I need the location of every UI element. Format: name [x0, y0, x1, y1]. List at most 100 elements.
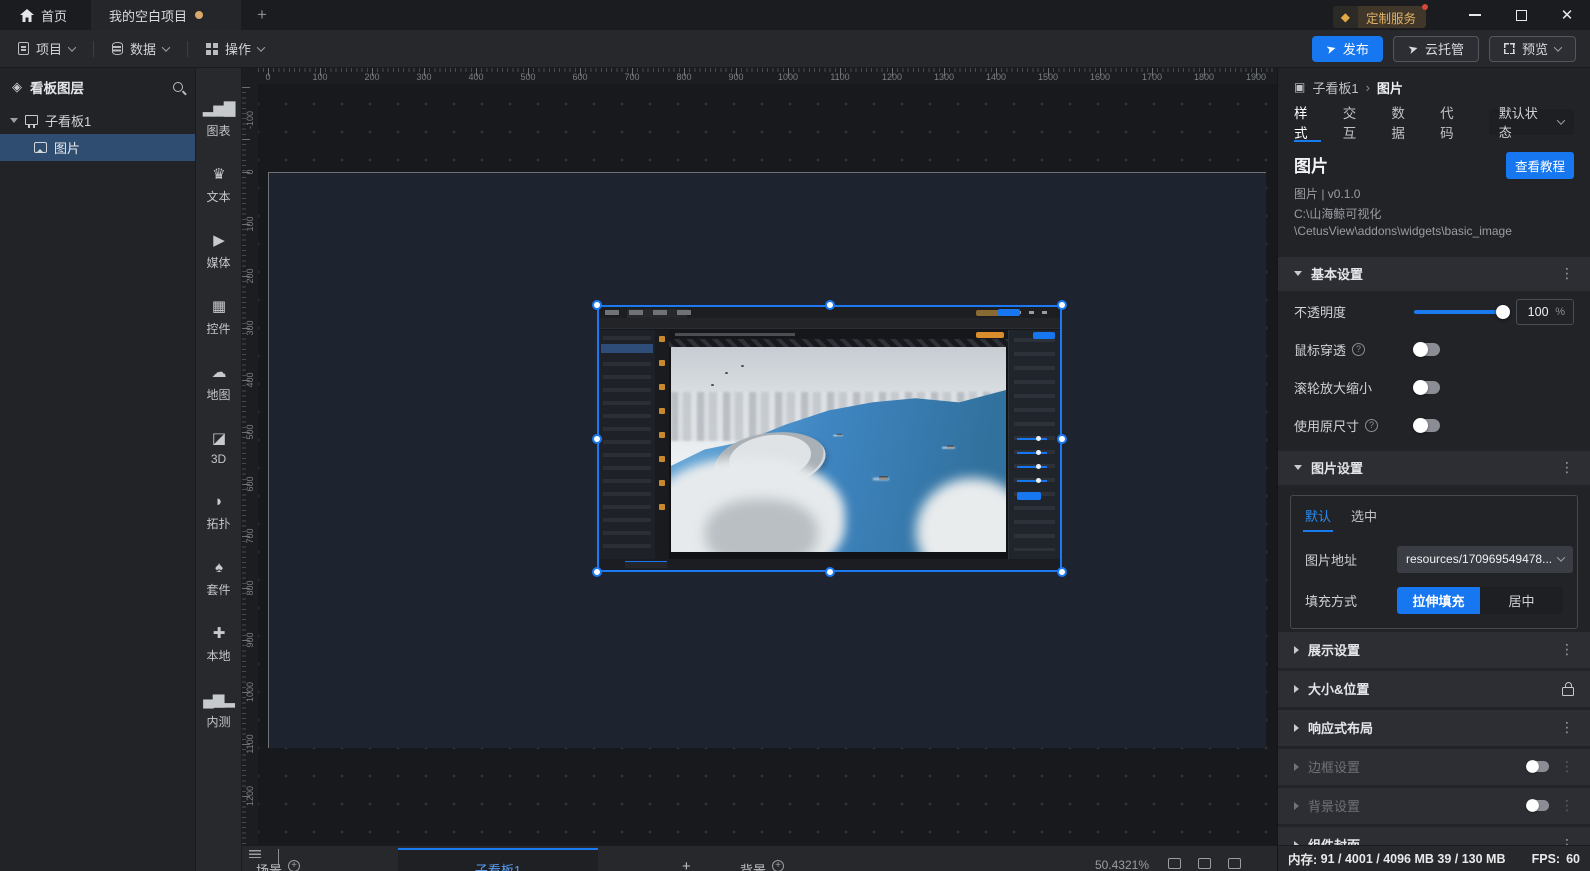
thumb-viewport [669, 330, 1008, 559]
ruler-label: 1000 [242, 684, 258, 700]
mouse-through-toggle[interactable] [1414, 343, 1440, 356]
kebab-menu-icon[interactable]: ⋮ [1560, 797, 1574, 814]
chevron-down-icon [257, 43, 265, 51]
kebab-menu-icon[interactable]: ⋮ [1560, 719, 1574, 736]
menu-data[interactable]: 数据 [94, 30, 187, 67]
canvas-stage[interactable] [258, 84, 1277, 845]
widget-category-item[interactable]: ♠ 套件 [206, 559, 230, 598]
active-subboard-tab[interactable]: 子看板1 [398, 848, 598, 871]
publish-button[interactable]: ➤ 发布 [1312, 36, 1383, 62]
widget-category-item[interactable]: ◪ 3D [211, 430, 226, 466]
custom-service-button[interactable]: 定制服务 [1358, 6, 1426, 28]
kebab-menu-icon[interactable]: ⋮ [1560, 836, 1574, 845]
inspector-scroll[interactable]: ▣ 子看板1 › 图片 样式 交互 数据 代码 默认状态 [1278, 68, 1590, 845]
panel-toggle-icon[interactable] [1168, 858, 1181, 869]
home-tab[interactable]: 首页 [0, 0, 91, 30]
preview-button[interactable]: 预览 [1489, 36, 1576, 62]
kebab-menu-icon[interactable]: ⋮ [1560, 265, 1574, 282]
section-border-settings[interactable]: 边框设置 ⋮ [1278, 749, 1590, 785]
wheel-zoom-toggle[interactable] [1414, 381, 1440, 394]
breadcrumb-parent[interactable]: 子看板1 [1312, 78, 1358, 97]
widget-category-item[interactable]: ▄▆▂ 内测 [203, 691, 234, 730]
circle-plus-icon[interactable]: + [772, 860, 784, 871]
resize-handle-top-left[interactable] [592, 300, 602, 310]
resize-handle-top[interactable] [825, 300, 835, 310]
tab-interaction[interactable]: 交互 [1343, 102, 1370, 142]
close-button[interactable]: ✕ [1544, 0, 1590, 30]
resize-handle-bottom[interactable] [825, 567, 835, 577]
selected-image-widget[interactable] [597, 305, 1062, 572]
original-size-toggle[interactable] [1414, 419, 1440, 432]
background-toggle[interactable] [1527, 800, 1549, 811]
widget-category-item[interactable]: ◗ 拓扑 [206, 493, 230, 532]
tab-style[interactable]: 样式 [1294, 102, 1321, 142]
memory-label: 内存: [1288, 849, 1317, 868]
ruler-label: 900 [242, 632, 258, 648]
menu-project[interactable]: 项目 [0, 30, 93, 67]
widget-category-item[interactable]: ☁ 地图 [206, 364, 230, 403]
opacity-slider[interactable] [1414, 310, 1508, 314]
cloud-host-button[interactable]: ➤ 云托管 [1393, 36, 1479, 62]
list-icon[interactable] [249, 850, 261, 858]
tutorial-button[interactable]: 查看教程 [1506, 152, 1574, 179]
state-selector[interactable]: 默认状态 [1489, 109, 1574, 135]
section-background-settings[interactable]: 背景设置 ⋮ [1278, 788, 1590, 824]
kebab-menu-icon[interactable]: ⋮ [1560, 758, 1574, 775]
caret-down-icon[interactable] [10, 118, 18, 123]
layers-panel-header: ◈ 看板图层 [0, 68, 195, 106]
search-icon[interactable] [173, 82, 183, 92]
section-size-position[interactable]: 大小&位置 [1278, 671, 1590, 707]
slider-thumb[interactable] [1496, 305, 1510, 319]
tab-selected-state[interactable]: 选中 [1351, 506, 1377, 532]
widget-category-item[interactable]: ✚ 本地 [206, 625, 230, 664]
section-image-settings[interactable]: 图片设置 ⋮ [1278, 451, 1590, 485]
widget-category-item[interactable]: ♛ 文本 [206, 166, 230, 205]
add-subboard-button[interactable]: + [682, 858, 691, 871]
tab-data[interactable]: 数据 [1391, 102, 1418, 142]
tab-default-state[interactable]: 默认 [1305, 506, 1331, 532]
widget-category-icon: ▂▅▇ [203, 100, 235, 118]
widget-category-item[interactable]: ▂▅▇ 图表 [203, 100, 235, 139]
panel-toggle-icon[interactable] [1198, 858, 1211, 869]
section-responsive-layout[interactable]: 响应式布局 ⋮ [1278, 710, 1590, 746]
image-url-select[interactable]: resources/170969549478... [1397, 546, 1573, 573]
scene-tab[interactable]: 场景 + [256, 860, 300, 871]
resize-handle-top-right[interactable] [1057, 300, 1067, 310]
new-tab-button[interactable]: + [241, 0, 283, 30]
circle-plus-icon[interactable]: + [288, 860, 300, 871]
section-basic-settings[interactable]: 基本设置 ⋮ [1278, 257, 1590, 291]
thumb-slider [1017, 452, 1047, 454]
maximize-button[interactable] [1498, 0, 1544, 30]
minimize-button[interactable] [1452, 0, 1498, 30]
resize-handle-right[interactable] [1057, 434, 1067, 444]
panel-toggle-icon[interactable] [1228, 858, 1241, 869]
help-icon[interactable] [1352, 343, 1365, 356]
background-tab[interactable]: 背景 + [740, 860, 784, 871]
resize-handle-bottom-right[interactable] [1057, 567, 1067, 577]
tree-item-image[interactable]: 图片 [0, 134, 195, 161]
section-widget-cover[interactable]: 组件封面 ⋮ [1278, 827, 1590, 845]
lock-icon[interactable] [1562, 687, 1574, 696]
opacity-value: 100 [1525, 305, 1551, 319]
opacity-input[interactable]: 100 % [1516, 299, 1574, 325]
image-settings-box: 默认 选中 图片地址 resources/170969549478... 填充方… [1290, 495, 1578, 629]
widget-category-item[interactable]: ▶ 媒体 [206, 232, 230, 271]
widget-category-item[interactable]: ▦ 控件 [206, 298, 230, 337]
fill-center-option[interactable]: 居中 [1480, 587, 1563, 614]
resize-handle-left[interactable] [592, 434, 602, 444]
kebab-menu-icon[interactable]: ⋮ [1560, 459, 1574, 476]
kebab-menu-icon[interactable]: ⋮ [1560, 641, 1574, 658]
tree-group-subboard[interactable]: 子看板1 [0, 106, 195, 134]
ruler-label: 600 [554, 72, 606, 82]
custom-service-group[interactable]: ◆ 定制服务 [1333, 0, 1426, 30]
help-icon[interactable] [1365, 419, 1378, 432]
resize-handle-bottom-left[interactable] [592, 567, 602, 577]
fill-stretch-option[interactable]: 拉伸填充 [1397, 587, 1480, 614]
border-toggle[interactable] [1527, 761, 1549, 772]
section-display-settings[interactable]: 展示设置 ⋮ [1278, 632, 1590, 668]
widget-category-label: 3D [211, 452, 226, 466]
tab-code[interactable]: 代码 [1440, 102, 1467, 142]
canvas-area[interactable]: 0100200300400500600700800900100011001200… [242, 68, 1277, 871]
project-tab[interactable]: 我的空白项目 [91, 0, 241, 30]
menu-actions[interactable]: 操作 [188, 30, 282, 67]
